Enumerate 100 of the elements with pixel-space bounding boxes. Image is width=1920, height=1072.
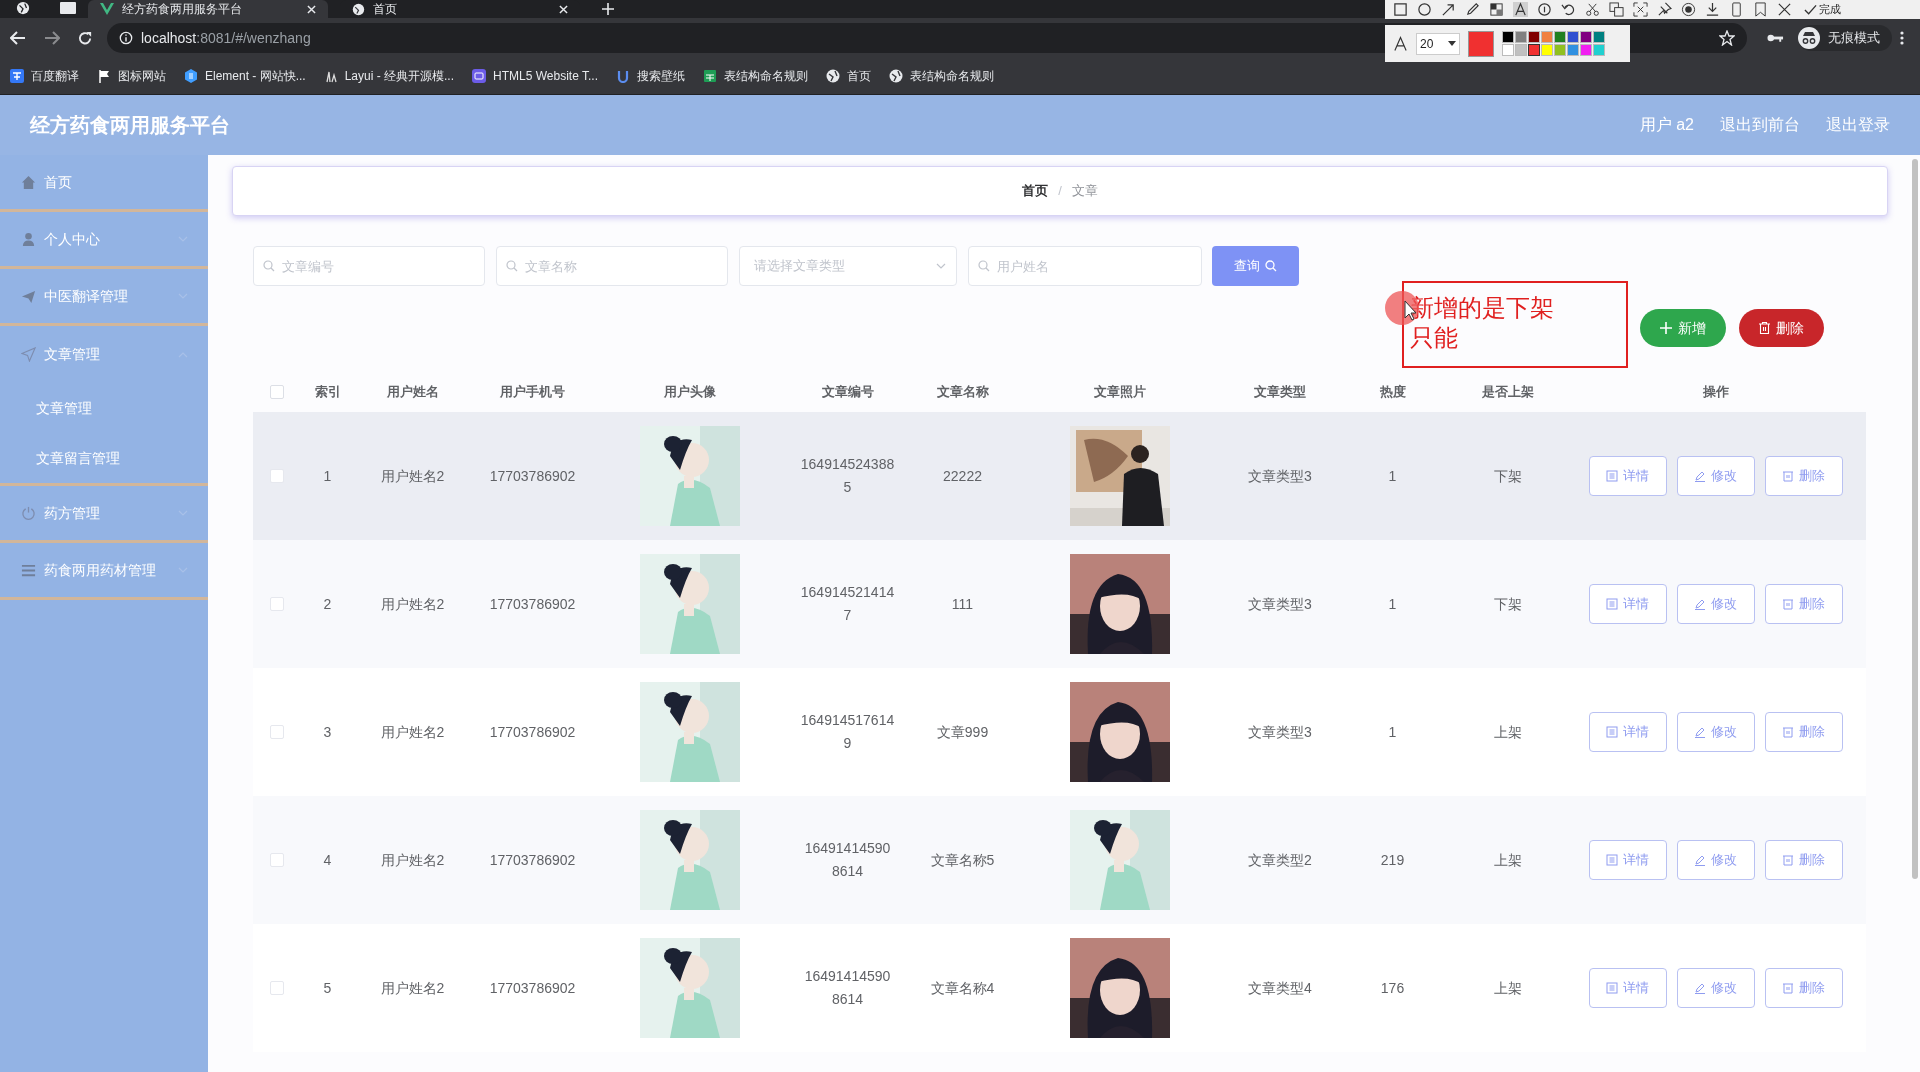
record-icon[interactable] [1681, 2, 1696, 17]
user-link[interactable]: 用户 a2 [1639, 113, 1694, 137]
close-icon[interactable] [1777, 2, 1792, 17]
select-all-checkbox[interactable] [269, 385, 284, 399]
bookmark-item[interactable]: 搜索壁纸 [616, 64, 685, 88]
color-swatch[interactable] [1515, 31, 1527, 43]
table-cell-text: 5 [323, 978, 332, 998]
color-swatch[interactable] [1528, 31, 1540, 43]
new-tab-icon[interactable] [602, 3, 614, 15]
delete-button[interactable]: 删除 [1764, 456, 1843, 496]
download-icon[interactable] [1705, 2, 1720, 17]
bookmark-item[interactable]: 图标网站 [97, 64, 166, 88]
incognito-button[interactable]: 无痕模式 [1798, 25, 1892, 51]
breadcrumb-item[interactable]: 首页 [1022, 181, 1049, 201]
delete-button[interactable]: 删除 [1739, 309, 1824, 347]
font-icon [1393, 35, 1408, 52]
plus-icon [1660, 322, 1672, 334]
scrollbar-thumb[interactable] [1912, 159, 1918, 879]
submenu-item[interactable]: 文章留言管理 [0, 433, 208, 483]
color-swatch[interactable] [1567, 31, 1579, 43]
scan-icon[interactable] [1633, 2, 1648, 17]
scissors-icon[interactable] [1585, 2, 1600, 17]
forward-icon[interactable] [44, 31, 60, 45]
pin-icon[interactable] [1657, 2, 1672, 17]
color-swatch[interactable] [1515, 44, 1527, 56]
undo-icon[interactable] [1561, 2, 1576, 17]
add-button[interactable]: 新增 [1640, 309, 1726, 347]
details-button[interactable]: 详情 [1588, 712, 1667, 752]
bookmark-item[interactable]: Layui - 经典开源模... [323, 64, 455, 88]
edit-button[interactable]: 修改 [1676, 968, 1755, 1008]
delete-button[interactable]: 删除 [1764, 584, 1843, 624]
bookmark-item[interactable]: 百度翻译 [10, 64, 79, 88]
color-swatch[interactable] [1593, 44, 1605, 56]
flag-icon [97, 69, 111, 83]
color-swatch[interactable] [1528, 44, 1540, 56]
details-button[interactable]: 详情 [1588, 968, 1667, 1008]
bookmark-item[interactable]: 首页 [826, 64, 871, 88]
row-checkbox[interactable] [269, 853, 284, 867]
rectangle-icon[interactable] [1393, 2, 1408, 17]
color-swatch[interactable] [1541, 44, 1553, 56]
bookmark-item[interactable]: Element - 网站快... [184, 64, 306, 88]
color-swatch[interactable] [1567, 44, 1579, 56]
edit-button[interactable]: 修改 [1676, 712, 1755, 752]
font-size-select[interactable]: 20 [1416, 32, 1460, 55]
edit-button[interactable]: 修改 [1676, 840, 1755, 880]
row-checkbox[interactable] [269, 725, 284, 739]
color-swatch[interactable] [1541, 31, 1553, 43]
table-row[interactable]: 4 用户姓名2 17703786902 16491414590 8614 文章名称5 文章类型2 219 上架 详情 修改 删除 [253, 796, 1866, 924]
delete-button[interactable]: 删除 [1764, 968, 1843, 1008]
reload-icon[interactable] [78, 30, 93, 46]
globe-icon [889, 69, 903, 83]
header-link[interactable]: 退出登录 [1826, 113, 1890, 137]
plane-icon [21, 288, 36, 304]
back-icon[interactable] [10, 31, 26, 45]
row-checkbox[interactable] [269, 981, 284, 995]
color-swatch[interactable] [1502, 31, 1514, 43]
key-icon[interactable] [1767, 33, 1784, 43]
search-field[interactable]: 文章编号 [253, 246, 485, 286]
row-checkbox[interactable] [269, 469, 284, 483]
color-swatch[interactable] [1554, 31, 1566, 43]
color-swatch[interactable] [1580, 31, 1592, 43]
trash-icon [1782, 726, 1794, 738]
table-row[interactable]: 2 用户姓名2 17703786902 1649145214147 111 文章类型3 1 下架 详情 修改 删除 [253, 540, 1866, 668]
bookmark-item[interactable]: HTML5 Website T... [472, 64, 598, 88]
delete-button[interactable]: 删除 [1764, 840, 1843, 880]
arrow-icon[interactable] [1441, 2, 1456, 17]
details-button[interactable]: 详情 [1588, 584, 1667, 624]
delete-button[interactable]: 删除 [1764, 712, 1843, 752]
type-select[interactable]: 请选择文章类型 [739, 246, 957, 286]
row-checkbox[interactable] [269, 597, 284, 611]
star-icon[interactable] [1719, 30, 1735, 46]
more-icon[interactable] [1900, 31, 1904, 45]
table-cell-text: 上架 [1493, 722, 1522, 742]
current-color-swatch[interactable] [1468, 30, 1494, 57]
bookmark-item[interactable]: 表结构命名规则 [889, 64, 994, 88]
color-swatch[interactable] [1554, 44, 1566, 56]
header-link[interactable]: 退出到前台 [1720, 113, 1800, 137]
number-icon[interactable] [1537, 2, 1552, 17]
table-row[interactable]: 1 用户姓名2 17703786902 1649145243885 22222 文章类型3 1 下架 详情 修改 删除 [253, 412, 1866, 540]
pencil-icon[interactable] [1465, 2, 1480, 17]
edit-button[interactable]: 修改 [1676, 456, 1755, 496]
search-field[interactable]: 文章名称 [496, 246, 728, 286]
details-button[interactable]: 详情 [1588, 456, 1667, 496]
sidebar-item[interactable]: 文章管理 [0, 326, 208, 383]
details-button[interactable]: 详情 [1588, 840, 1667, 880]
edit-button[interactable]: 修改 [1676, 584, 1755, 624]
submenu-item[interactable]: 文章管理 [0, 383, 208, 433]
search-field[interactable]: 用户姓名 [968, 246, 1202, 286]
circle-icon[interactable] [1417, 2, 1432, 17]
mosaic-icon[interactable] [1489, 2, 1504, 17]
search-button[interactable]: 查询 [1212, 246, 1299, 286]
color-swatch[interactable] [1502, 44, 1514, 56]
color-swatch[interactable] [1580, 44, 1592, 56]
column-header: 是否上架 [1481, 383, 1534, 402]
bookmark-item[interactable]: 表结构命名规则 [703, 64, 808, 88]
browser-tab[interactable]: 经方药食两用服务平台 [88, 0, 328, 18]
text-tool-icon[interactable] [1513, 2, 1528, 17]
done-button[interactable]: 完成 [1804, 1, 1841, 18]
phone-icon[interactable] [1729, 2, 1744, 17]
color-swatch[interactable] [1593, 31, 1605, 43]
